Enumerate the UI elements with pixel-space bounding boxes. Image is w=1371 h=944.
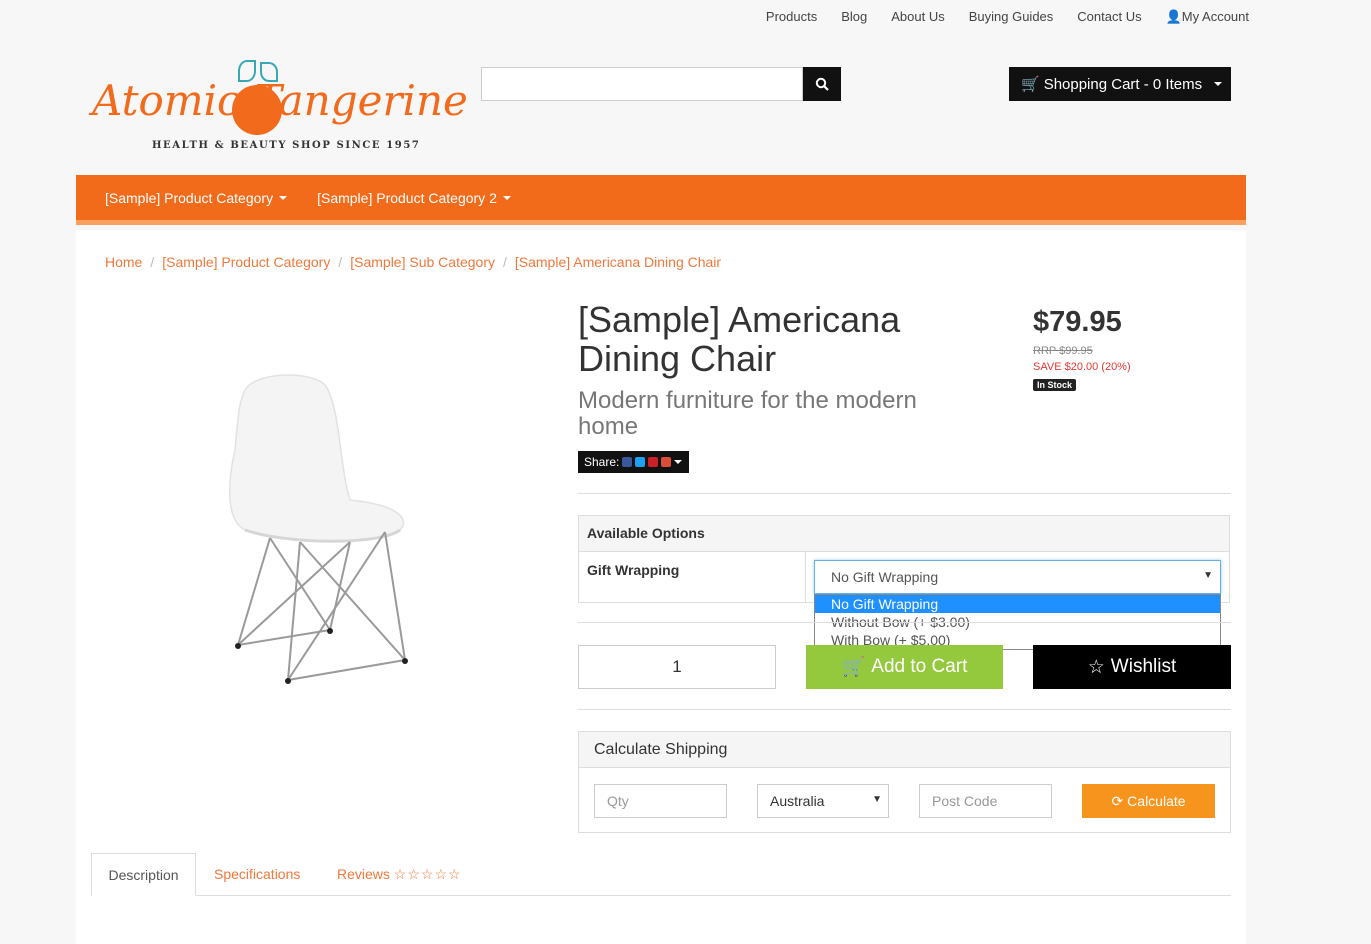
quantity-input[interactable]: 1	[578, 645, 776, 689]
nav-item-category-2[interactable]: [Sample] Product Category 2	[317, 190, 511, 206]
options-heading: Available Options	[579, 516, 1229, 552]
tab-reviews-label: Reviews	[337, 866, 390, 882]
breadcrumb-home[interactable]: Home	[105, 254, 142, 270]
breadcrumb: Home / [Sample] Product Category / [Samp…	[105, 254, 721, 270]
cart-dropdown-toggle[interactable]	[1205, 67, 1231, 101]
shipping-qty-input[interactable]: Qty	[594, 784, 727, 818]
stock-badge: In Stock	[1033, 379, 1077, 391]
facebook-icon	[622, 457, 633, 467]
refresh-icon: ⟳	[1111, 792, 1124, 809]
dropdown-option[interactable]: No Gift Wrapping	[815, 595, 1220, 613]
user-icon: 👤	[1165, 9, 1182, 24]
divider	[578, 493, 1231, 494]
savings: SAVE $20.00 (20%)	[1033, 361, 1131, 373]
product-price: $79.95	[1033, 306, 1122, 338]
postcode-input[interactable]: Post Code	[919, 784, 1052, 818]
site-logo[interactable]: Atomic Tangerine HEALTH & BEAUTY SHOP SI…	[92, 58, 468, 158]
pinterest-icon	[648, 457, 659, 467]
chevron-down-icon	[1214, 82, 1222, 86]
breadcrumb-current: [Sample] Americana Dining Chair	[514, 254, 722, 270]
chevron-down-icon	[279, 195, 288, 200]
wishlist-label: Wishlist	[1110, 656, 1177, 677]
top-link-about[interactable]: About Us	[891, 9, 944, 25]
breadcrumb-separator: /	[338, 254, 343, 270]
country-select[interactable]: Australia ▼	[757, 784, 889, 818]
product-subtitle: Modern furniture for the modern home	[578, 387, 917, 440]
add-to-cart-button[interactable]: 🛒 Add to Cart	[806, 645, 1003, 689]
select-arrow-icon: ▼	[1203, 570, 1213, 581]
cart-icon: 🛒	[1021, 76, 1040, 93]
top-link-products[interactable]: Products	[766, 9, 817, 25]
search-input[interactable]	[481, 67, 803, 101]
product-image[interactable]	[200, 360, 440, 690]
tab-reviews[interactable]: Reviews ☆☆☆☆☆	[337, 866, 462, 883]
calculate-button[interactable]: ⟳ Calculate	[1082, 784, 1215, 818]
top-links: Products Blog About Us Buying Guides Con…	[766, 9, 1249, 25]
cart-icon: 🛒	[841, 657, 866, 678]
breadcrumb-separator: /	[502, 254, 507, 270]
my-account-label: My Account	[1181, 9, 1249, 24]
top-link-blog[interactable]: Blog	[841, 9, 867, 25]
divider	[578, 709, 1231, 710]
product-title: [Sample] Americana Dining Chair	[578, 299, 901, 379]
shipping-heading: Calculate Shipping	[579, 732, 1230, 768]
rating-stars-icon: ☆☆☆☆☆	[393, 866, 462, 882]
nav-item-label: [Sample] Product Category 2	[317, 189, 497, 206]
shopping-cart-button[interactable]: 🛒 Shopping Cart - 0 Items	[1009, 67, 1231, 101]
breadcrumb-category[interactable]: [Sample] Product Category	[162, 254, 330, 270]
country-value: Australia	[770, 793, 825, 809]
cart-label: Shopping Cart - 0 Items	[1043, 75, 1203, 93]
add-to-cart-label: Add to Cart	[871, 656, 968, 677]
top-link-contact[interactable]: Contact Us	[1077, 9, 1141, 25]
search-icon	[815, 77, 829, 91]
orange-icon	[232, 85, 282, 135]
tab-description[interactable]: Description	[91, 853, 196, 896]
share-label: Share:	[584, 455, 620, 469]
nav-item-label: [Sample] Product Category	[105, 189, 274, 206]
gift-wrapping-label: Gift Wrapping	[579, 552, 806, 602]
logo-tagline: HEALTH & BEAUTY SHOP SINCE 1957	[152, 140, 421, 151]
google-plus-icon	[661, 457, 672, 467]
breadcrumb-separator: /	[150, 254, 155, 270]
calculate-label: Calculate	[1127, 793, 1186, 809]
top-link-my-account[interactable]: 👤My Account	[1166, 9, 1249, 25]
gift-wrapping-select[interactable]: No Gift Wrapping ▼	[814, 560, 1221, 594]
search-button[interactable]	[803, 67, 841, 101]
share-button[interactable]: Share:	[578, 451, 689, 473]
tabs-divider	[91, 895, 1231, 896]
nav-item-category[interactable]: [Sample] Product Category	[105, 189, 288, 206]
main-nav: [Sample] Product Category [Sample] Produ…	[76, 175, 1246, 225]
wishlist-button[interactable]: ☆ Wishlist	[1033, 645, 1231, 689]
divider	[578, 622, 1231, 623]
tab-specifications[interactable]: Specifications	[214, 866, 300, 882]
chevron-down-icon	[502, 195, 511, 200]
chevron-down-icon	[674, 460, 683, 464]
breadcrumb-subcategory[interactable]: [Sample] Sub Category	[350, 254, 495, 270]
description-text-cutoff	[91, 937, 1121, 944]
top-link-buying-guides[interactable]: Buying Guides	[969, 9, 1054, 25]
star-icon: ☆	[1087, 656, 1105, 678]
gift-wrapping-value: No Gift Wrapping	[831, 569, 939, 585]
twitter-icon	[635, 457, 646, 467]
rrp-price: RRP $99.95	[1033, 345, 1093, 357]
select-arrow-icon: ▼	[872, 794, 882, 805]
